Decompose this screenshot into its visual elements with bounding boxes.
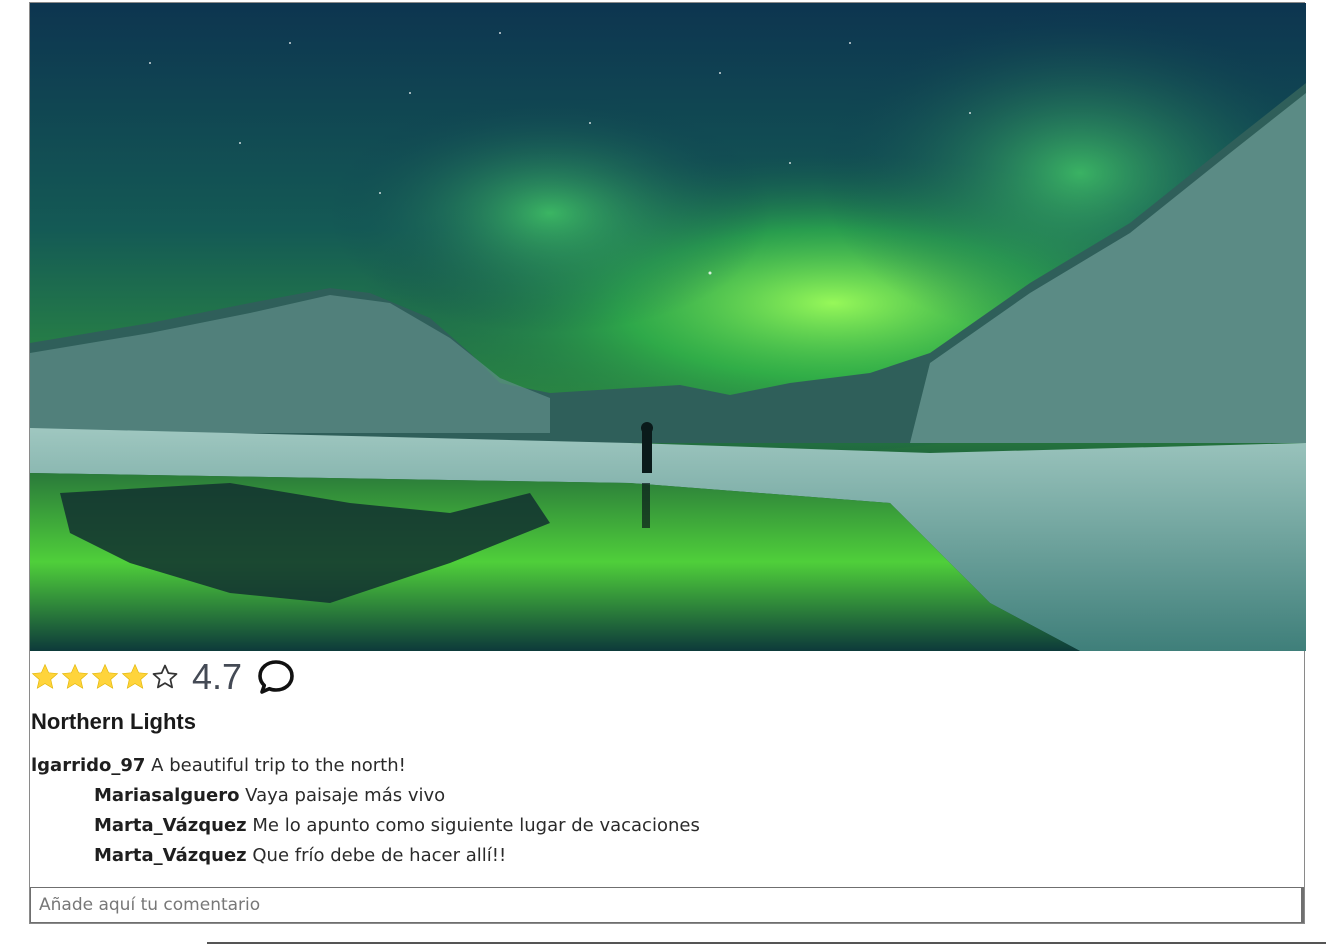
comment-input[interactable] (30, 887, 1304, 923)
comment-username[interactable]: Marta_Vázquez (94, 845, 247, 866)
comment-reply: Marta_Vázquez Que frío debe de hacer all… (31, 841, 700, 871)
star-rating[interactable] (30, 662, 180, 692)
comment-text: A beautiful trip to the north! (151, 755, 406, 776)
comment-text: Vaya paisaje más vivo (245, 785, 446, 806)
post-title: Northern Lights (31, 709, 196, 734)
rating-value: 4.7 (192, 656, 243, 697)
comment-reply: Marta_Vázquez Me lo apunto como siguient… (31, 811, 700, 841)
rating-row: 4.7 (30, 657, 296, 697)
post-card: 4.7 Northern Lights lgarrido_97 A beauti… (29, 2, 1306, 924)
comment-item: lgarrido_97 A beautiful trip to the nort… (31, 751, 700, 781)
comment-list: lgarrido_97 A beautiful trip to the nort… (31, 751, 700, 871)
comment-username[interactable]: Mariasalguero (94, 785, 239, 806)
divider (207, 942, 1326, 944)
comment-text: Que frío debe de hacer allí!! (252, 845, 507, 866)
comment-reply: Mariasalguero Vaya paisaje más vivo (31, 781, 700, 811)
comment-username[interactable]: lgarrido_97 (31, 755, 145, 776)
comment-icon[interactable] (256, 657, 296, 697)
northern-lights-photo (30, 3, 1306, 651)
star-icon[interactable] (60, 662, 90, 692)
post-image (30, 3, 1306, 651)
star-icon[interactable] (120, 662, 150, 692)
star-icon[interactable] (30, 662, 60, 692)
star-empty-icon[interactable] (150, 662, 180, 692)
comment-text: Me lo apunto como siguiente lugar de vac… (252, 815, 700, 836)
star-icon[interactable] (90, 662, 120, 692)
comment-username[interactable]: Marta_Vázquez (94, 815, 247, 836)
